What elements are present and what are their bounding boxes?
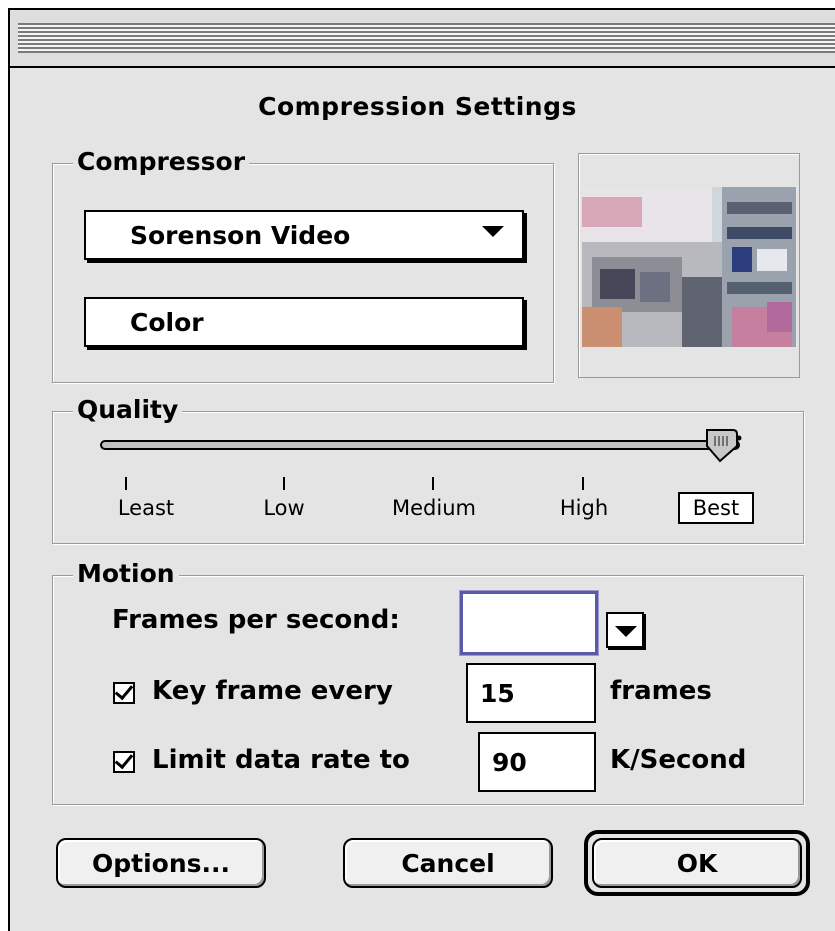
keyframe-unit: frames: [610, 676, 712, 706]
quality-group-label: Quality: [73, 395, 183, 425]
quality-level-best-selected: Best: [678, 492, 754, 524]
quality-slider-track[interactable]: [100, 440, 740, 450]
cancel-button[interactable]: Cancel: [343, 838, 553, 888]
fps-input[interactable]: [460, 591, 598, 655]
depth-popup-menu[interactable]: Color: [84, 297, 524, 347]
options-button[interactable]: Options...: [56, 838, 266, 888]
datarate-unit: K/Second: [610, 745, 747, 775]
slider-tick-medium: [432, 477, 434, 490]
quality-slider-thumb[interactable]: [704, 428, 742, 464]
fps-label: Frames per second:: [112, 605, 400, 635]
fps-dropdown-button[interactable]: [606, 612, 644, 648]
checkmark-icon: [114, 680, 134, 701]
quality-level-low: Low: [263, 496, 305, 520]
keyframe-interval-input[interactable]: 15: [466, 663, 596, 723]
slider-tick-least: [125, 477, 127, 490]
quality-level-medium: Medium: [392, 496, 476, 520]
preview-frame: [578, 153, 800, 378]
motion-group-label: Motion: [73, 559, 179, 589]
dialog-title: Compression Settings: [258, 92, 577, 121]
slider-tick-low: [283, 477, 285, 490]
quality-group: Quality: [52, 395, 804, 544]
video-preview-image: [582, 187, 796, 347]
quality-level-high: High: [559, 496, 609, 520]
chevron-down-icon: [482, 226, 504, 237]
checkmark-icon: [114, 749, 134, 770]
title-bar-stripes: [18, 23, 835, 53]
datarate-input[interactable]: 90: [478, 732, 596, 792]
keyframe-label[interactable]: Key frame every: [152, 676, 393, 706]
datarate-checkbox[interactable]: [113, 749, 135, 773]
codec-popup-menu[interactable]: Sorenson Video: [84, 210, 524, 260]
ok-button[interactable]: OK: [592, 838, 802, 888]
keyframe-checkbox[interactable]: [113, 680, 135, 704]
codec-popup-value: Sorenson Video: [130, 220, 351, 250]
slider-tick-high: [582, 477, 584, 490]
datarate-label[interactable]: Limit data rate to: [152, 745, 410, 775]
compressor-group-label: Compressor: [73, 147, 250, 177]
depth-popup-value: Color: [130, 307, 204, 337]
chevron-down-icon: [615, 626, 637, 637]
quality-level-least: Least: [117, 496, 175, 520]
compressor-group: Compressor: [52, 147, 554, 383]
window-title-bar[interactable]: [10, 10, 835, 68]
